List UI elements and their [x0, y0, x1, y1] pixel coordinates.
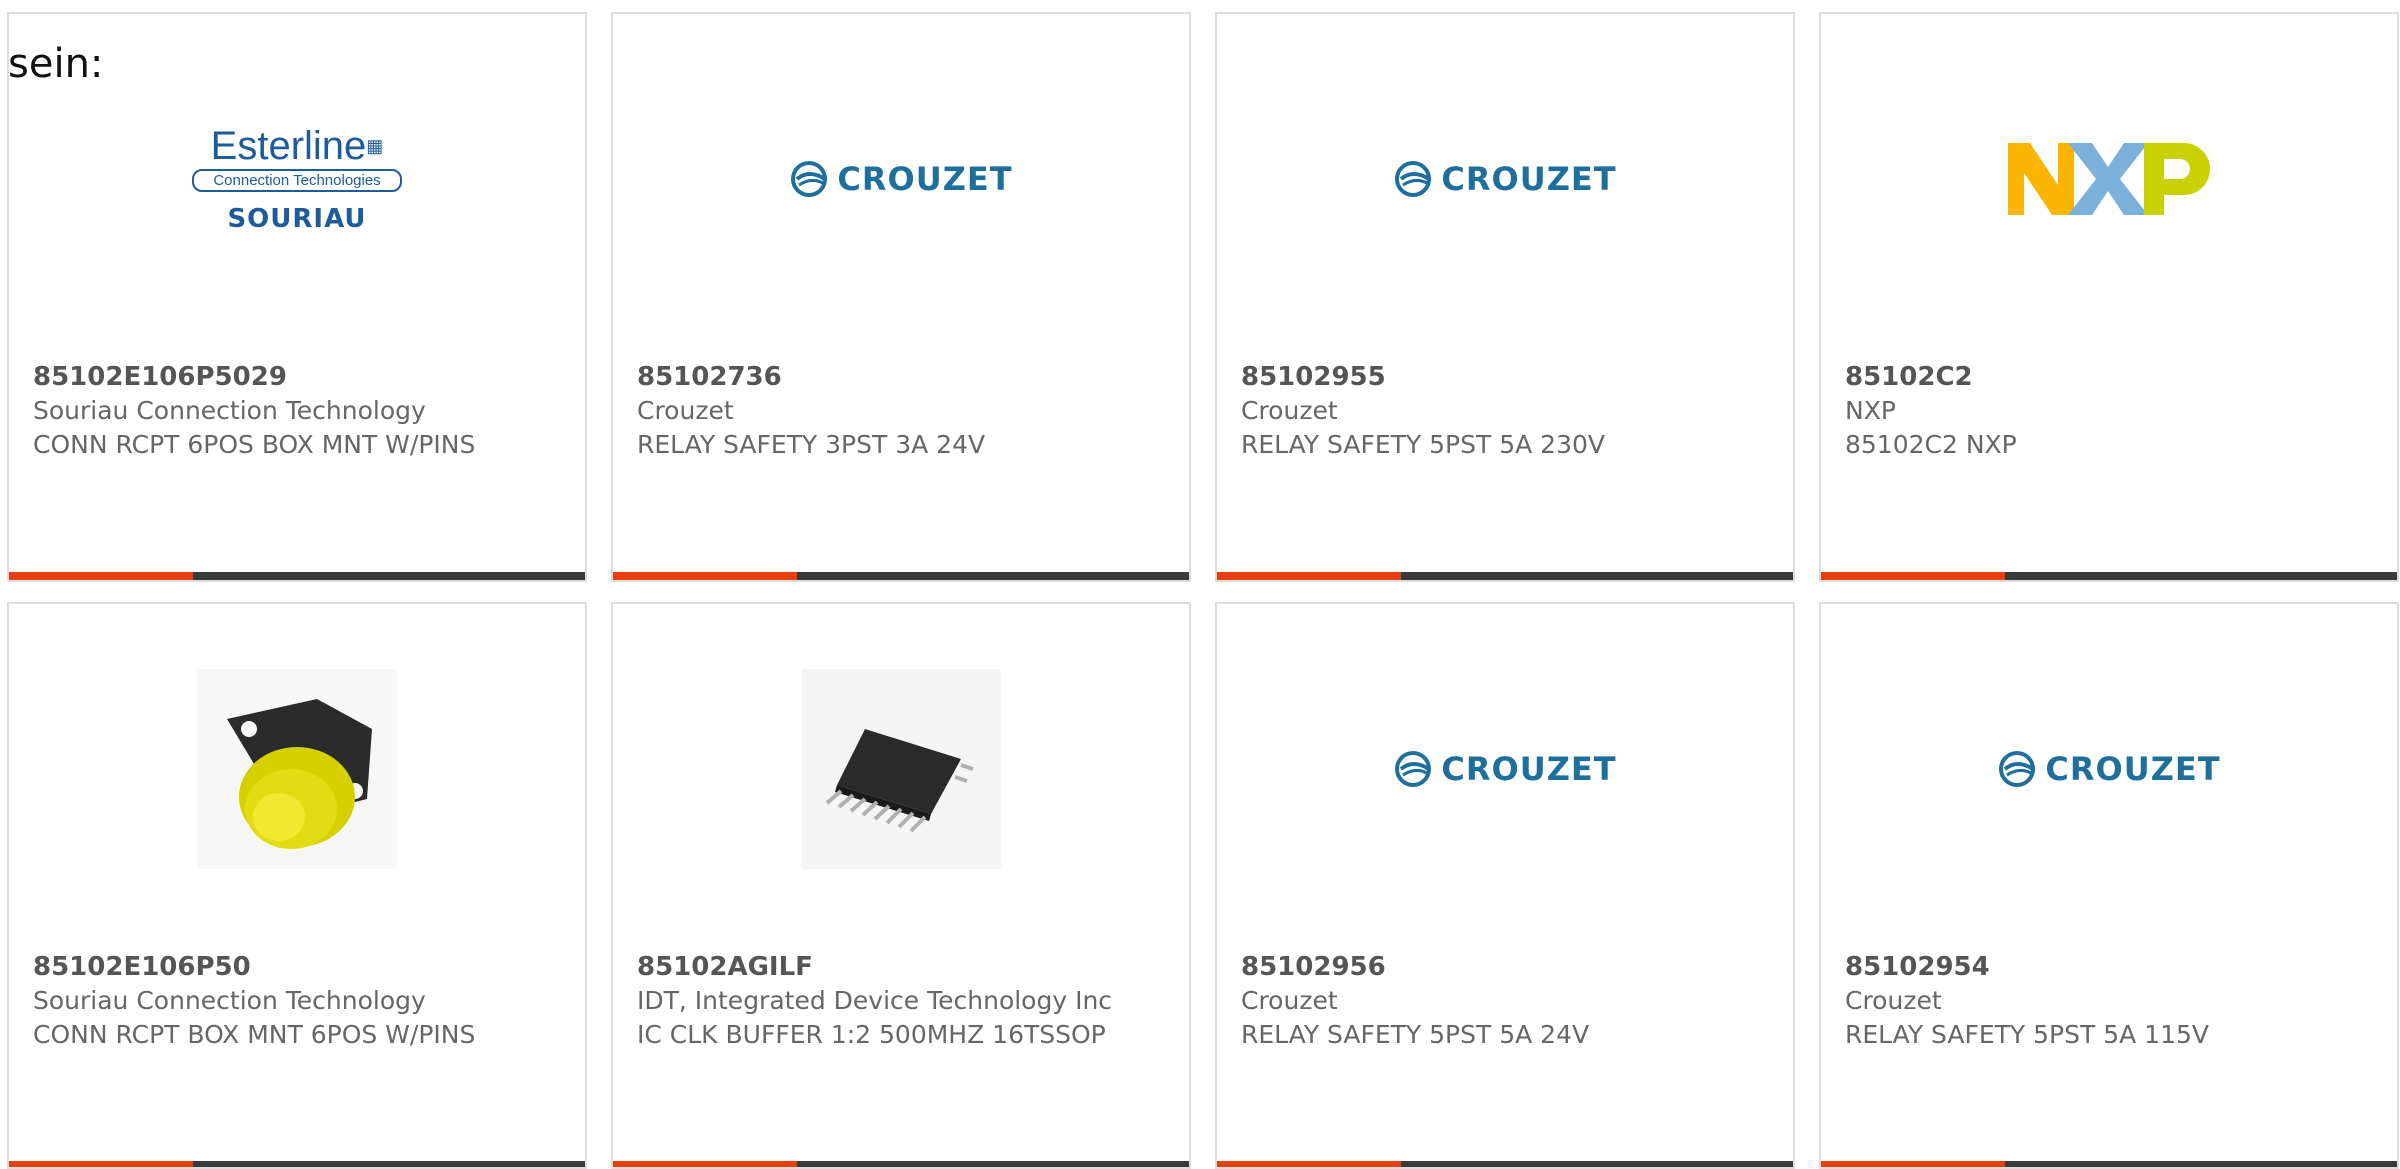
crouzet-wordmark: CROUZET [1441, 750, 1617, 788]
part-number[interactable]: 85102954 [1845, 950, 2377, 984]
card-accent-bar [9, 1161, 193, 1167]
description: 85102C2 NXP [1845, 430, 2017, 459]
description: RELAY SAFETY 5PST 5A 115V [1845, 1020, 2209, 1049]
description: RELAY SAFETY 5PST 5A 24V [1241, 1020, 1590, 1049]
manufacturer: Crouzet [1241, 986, 1338, 1015]
product-image[interactable] [1821, 14, 2397, 344]
esterline-souriau-logo: Esterline▦ Connection Technologies SOURI… [192, 125, 402, 234]
esterline-subtitle: Connection Technologies [192, 168, 402, 192]
card-accent-bar [9, 572, 193, 580]
card-accent-bar [613, 572, 797, 580]
card-bottom-bar [9, 572, 585, 580]
crouzet-mark-icon [1999, 751, 2036, 787]
card-accent-bar [1821, 1161, 2005, 1167]
manufacturer: Souriau Connection Technology [33, 396, 426, 425]
product-image[interactable]: CROUZET [613, 14, 1189, 344]
part-number[interactable]: 85102736 [637, 360, 1169, 394]
manufacturer: Crouzet [1241, 396, 1338, 425]
manufacturer: Crouzet [1845, 986, 1942, 1015]
product-card[interactable]: Esterline▦ Connection Technologies SOURI… [7, 12, 587, 582]
manufacturer: Crouzet [637, 396, 734, 425]
description: RELAY SAFETY 5PST 5A 230V [1241, 430, 1605, 459]
connector-photo [197, 669, 397, 869]
description: CONN RCPT BOX MNT 6POS W/PINS [33, 1020, 476, 1049]
crouzet-mark-icon [1395, 751, 1432, 787]
product-card[interactable]: 85102AGILF IDT, Integrated Device Techno… [611, 602, 1191, 1169]
card-bottom-bar [1217, 1161, 1793, 1167]
product-image[interactable]: CROUZET [1821, 604, 2397, 934]
crouzet-logo: CROUZET [1393, 749, 1616, 789]
intro-text: sein: [8, 41, 104, 87]
manufacturer: NXP [1845, 396, 1896, 425]
card-bottom-bar [1821, 1161, 2397, 1167]
manufacturer: IDT, Integrated Device Technology Inc [637, 986, 1113, 1015]
part-number[interactable]: 85102956 [1241, 950, 1773, 984]
description: IC CLK BUFFER 1:2 500MHZ 16TSSOP [637, 1020, 1106, 1049]
product-card[interactable]: CROUZET 85102956 Crouzet RELAY SAFETY 5P… [1215, 602, 1795, 1169]
part-number[interactable]: 85102955 [1241, 360, 1773, 394]
part-number[interactable]: 85102AGILF [637, 950, 1169, 984]
esterline-brand: Esterline [210, 123, 367, 168]
product-image[interactable]: CROUZET [1217, 14, 1793, 344]
card-accent-bar [613, 1161, 797, 1167]
card-accent-bar [1821, 572, 2005, 580]
crouzet-wordmark: CROUZET [837, 160, 1013, 198]
card-bottom-bar [613, 1161, 1189, 1167]
card-bottom-bar [9, 1161, 585, 1167]
card-bottom-bar [1217, 572, 1793, 580]
product-image[interactable] [9, 604, 585, 934]
product-card[interactable]: 85102E106P50 Souriau Connection Technolo… [7, 602, 587, 1169]
product-card[interactable]: CROUZET 85102955 Crouzet RELAY SAFETY 5P… [1215, 12, 1795, 582]
crouzet-logo: CROUZET [1997, 749, 2220, 789]
nxp-logo [2008, 143, 2210, 215]
souriau-wordmark: SOURIAU [227, 203, 367, 234]
card-bottom-bar [613, 572, 1189, 580]
crouzet-wordmark: CROUZET [1441, 160, 1617, 198]
crouzet-logo: CROUZET [789, 159, 1012, 199]
crouzet-logo: CROUZET [1393, 159, 1616, 199]
part-number[interactable]: 85102E106P50 [33, 950, 565, 984]
crouzet-mark-icon [1395, 161, 1432, 197]
part-number[interactable]: 85102C2 [1845, 360, 2377, 394]
crouzet-wordmark: CROUZET [2045, 750, 2221, 788]
chip-photo [801, 669, 1001, 869]
product-image[interactable]: CROUZET [1217, 604, 1793, 934]
card-accent-bar [1217, 572, 1401, 580]
product-image[interactable] [613, 604, 1189, 934]
product-card[interactable]: CROUZET 85102954 Crouzet RELAY SAFETY 5P… [1819, 602, 2399, 1169]
description: CONN RCPT 6POS BOX MNT W/PINS [33, 430, 476, 459]
crouzet-mark-icon [791, 161, 828, 197]
card-accent-bar [1217, 1161, 1401, 1167]
product-card[interactable]: CROUZET 85102736 Crouzet RELAY SAFETY 3P… [611, 12, 1191, 582]
description: RELAY SAFETY 3PST 3A 24V [637, 430, 986, 459]
part-number[interactable]: 85102E106P5029 [33, 360, 565, 394]
product-card[interactable]: 85102C2 NXP 85102C2 NXP [1819, 12, 2399, 582]
card-bottom-bar [1821, 572, 2397, 580]
manufacturer: Souriau Connection Technology [33, 986, 426, 1015]
